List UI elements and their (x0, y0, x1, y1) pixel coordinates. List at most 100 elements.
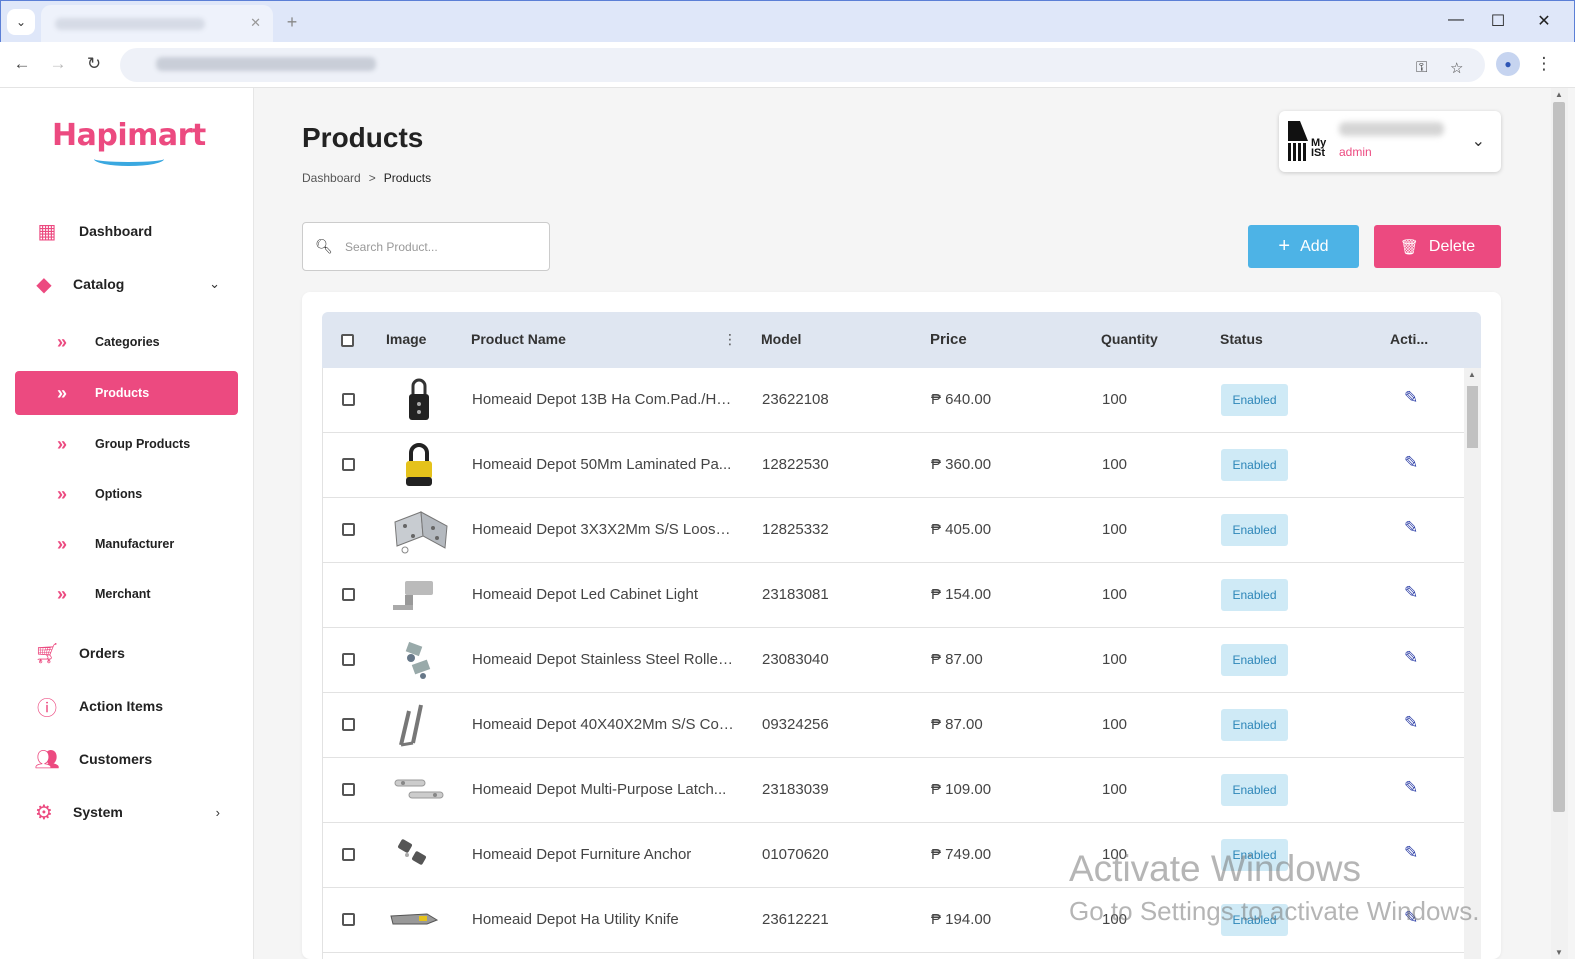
breadcrumb-separator: > (368, 171, 376, 185)
row-checkbox[interactable] (342, 653, 355, 666)
double-chevron-icon: » (57, 382, 67, 403)
row-checkbox[interactable] (342, 718, 355, 731)
table-row[interactable]: Homeaid Depot 13B Ha Com.Pad./Hd... 23622… (323, 368, 1465, 433)
sidebar-subitem-group-products[interactable]: » Group Products (15, 422, 238, 466)
column-header-price[interactable]: Price (930, 331, 967, 348)
table-row[interactable]: Homeaid Depot Stainless Steel Roller ...… (323, 628, 1465, 693)
row-checkbox[interactable] (342, 588, 355, 601)
select-all-checkbox[interactable] (341, 334, 354, 347)
edit-pencil-icon[interactable]: ✎ (1404, 843, 1418, 863)
back-icon[interactable]: ← (10, 54, 34, 74)
new-tab-icon[interactable]: + (281, 11, 303, 33)
edit-pencil-icon[interactable]: ✎ (1404, 908, 1418, 928)
row-checkbox[interactable] (342, 523, 355, 536)
edit-pencil-icon[interactable]: ✎ (1404, 648, 1418, 668)
browser-menu-icon[interactable]: ⋮ (1532, 54, 1556, 74)
profile-avatar-icon[interactable]: ● (1496, 52, 1520, 76)
sidebar-subitem-products[interactable]: » Products (15, 371, 238, 415)
table-row[interactable]: Homeaid Depot Ha Utility Knife 23612221 ₱ … (323, 888, 1465, 953)
sidebar-subitem-label: Merchant (95, 587, 151, 601)
product-name[interactable]: Homeaid Depot Stainless Steel Roller ... (472, 651, 734, 668)
table-row[interactable]: Homeaid Depot Multi-Purpose Latch... 2318… (323, 758, 1465, 823)
row-checkbox[interactable] (342, 458, 355, 471)
column-header-model[interactable]: Model (761, 331, 801, 347)
bookmark-star-icon[interactable]: ☆ (1450, 59, 1463, 77)
table-row[interactable]: Homeaid Depot 3X3X2Mm S/S Loose ... 12825… (323, 498, 1465, 563)
page-scroll-up-icon[interactable]: ▲ (1555, 90, 1563, 99)
sidebar-item-dashboard[interactable]: ▦ Dashboard (15, 209, 238, 253)
product-price: ₱ 87.00 (931, 651, 983, 668)
edit-pencil-icon[interactable]: ✎ (1404, 583, 1418, 603)
table-row[interactable]: Homeaid Depot 40X40X2Mm S/S Cor... 093242… (323, 693, 1465, 758)
sidebar-item-orders[interactable]: 🛒︎ Orders (15, 631, 238, 675)
column-header-product-name[interactable]: Product Name (471, 331, 566, 347)
tab-search-dropdown-icon[interactable]: ⌄ (7, 9, 35, 35)
close-window-icon[interactable]: ✕ (1529, 11, 1559, 31)
delete-button[interactable]: 🗑︎ Delete (1374, 225, 1501, 268)
address-bar[interactable]: ⚿ ☆ (120, 48, 1485, 82)
browser-tab[interactable]: ✕ (41, 5, 273, 43)
sidebar-subitem-manufacturer[interactable]: » Manufacturer (15, 522, 238, 566)
product-name[interactable]: Homeaid Depot Furniture Anchor (472, 846, 734, 863)
page-scrollbar-thumb[interactable] (1553, 102, 1565, 812)
product-name[interactable]: Homeaid Depot Multi-Purpose Latch... (472, 781, 734, 798)
page-scroll-down-icon[interactable]: ▼ (1555, 948, 1563, 957)
product-name[interactable]: Homeaid Depot 50Mm Laminated Pa... (472, 456, 734, 473)
sidebar-subitem-options[interactable]: » Options (15, 472, 238, 516)
column-header-image[interactable]: Image (386, 331, 426, 347)
edit-pencil-icon[interactable]: ✎ (1404, 388, 1418, 408)
table-scrollbar[interactable]: ▲ (1464, 368, 1481, 959)
table-row[interactable]: Homeaid Depot Furniture Anchor 01070620 ₱ … (323, 823, 1465, 888)
status-badge: Enabled (1221, 904, 1288, 936)
product-name[interactable]: Homeaid Depot 3X3X2Mm S/S Loose ... (472, 521, 734, 538)
forward-icon[interactable]: → (46, 54, 70, 74)
sidebar-item-customers[interactable]: 👥︎ Customers (15, 737, 238, 781)
sidebar-item-catalog[interactable]: ◆ Catalog ⌄ (15, 262, 238, 306)
edit-pencil-icon[interactable]: ✎ (1404, 713, 1418, 733)
add-button[interactable]: + Add (1248, 225, 1359, 268)
minimize-icon[interactable]: — (1441, 11, 1471, 29)
tab-close-icon[interactable]: ✕ (250, 15, 261, 31)
product-thumbnail (387, 376, 451, 424)
product-name[interactable]: Homeaid Depot Ha Utility Knife (472, 911, 734, 928)
row-checkbox[interactable] (342, 913, 355, 926)
column-header-status[interactable]: Status (1220, 331, 1263, 347)
browser-toolbar: ← → ↻ ⚿ ☆ ● ⋮ (0, 42, 1575, 88)
table-row[interactable]: Homeaid Depot Led Cabinet Light 23183081 ₱… (323, 563, 1465, 628)
column-header-actions[interactable]: Acti... (1390, 331, 1428, 347)
row-checkbox[interactable] (342, 393, 355, 406)
sidebar-item-action-items[interactable]: ⓘ Action Items (15, 684, 238, 728)
product-name[interactable]: Homeaid Depot Led Cabinet Light (472, 586, 734, 603)
sidebar-subitem-merchant[interactable]: » Merchant (15, 572, 238, 616)
row-checkbox[interactable] (342, 848, 355, 861)
edit-pencil-icon[interactable]: ✎ (1404, 518, 1418, 538)
trash-icon: 🗑︎ (1399, 238, 1419, 256)
product-quantity: 100 (1102, 391, 1128, 408)
product-name[interactable]: Homeaid Depot 13B Ha Com.Pad./Hd... (472, 391, 734, 408)
row-checkbox[interactable] (342, 783, 355, 796)
chevron-right-icon: › (215, 804, 220, 820)
maximize-icon[interactable]: ☐ (1483, 11, 1513, 31)
chevron-down-icon[interactable]: ⌄ (1472, 131, 1485, 151)
key-icon[interactable]: ⚿ (1416, 59, 1427, 76)
table-row[interactable]: Homeaid Depot 50Mm Laminated Pa... 128225… (323, 433, 1465, 498)
product-name[interactable]: Homeaid Depot 40X40X2Mm S/S Cor... (472, 716, 734, 733)
column-menu-icon[interactable]: ⋮ (723, 331, 737, 348)
edit-pencil-icon[interactable]: ✎ (1404, 778, 1418, 798)
search-box[interactable]: 🔍︎ (302, 222, 550, 271)
sidebar-item-system[interactable]: ⚙ System › (15, 790, 238, 834)
table-scrollbar-thumb[interactable] (1467, 386, 1478, 448)
search-input[interactable] (345, 239, 535, 254)
scroll-up-icon[interactable]: ▲ (1468, 370, 1476, 379)
breadcrumb-dashboard[interactable]: Dashboard (302, 171, 361, 185)
sidebar-subitem-label: Categories (95, 335, 160, 349)
product-model: 23083040 (762, 651, 829, 668)
browser-titlebar: ⌄ ✕ + — ☐ ✕ (0, 0, 1575, 43)
sidebar-subitem-categories[interactable]: » Categories (15, 320, 238, 364)
edit-pencil-icon[interactable]: ✎ (1404, 453, 1418, 473)
page-scrollbar[interactable]: ▲ ▼ (1551, 88, 1568, 959)
column-header-quantity[interactable]: Quantity (1101, 331, 1158, 347)
user-menu[interactable]: My ISt admin ⌄ (1279, 111, 1501, 172)
hapimart-logo[interactable]: Hapimart (52, 118, 206, 166)
reload-icon[interactable]: ↻ (82, 54, 106, 74)
